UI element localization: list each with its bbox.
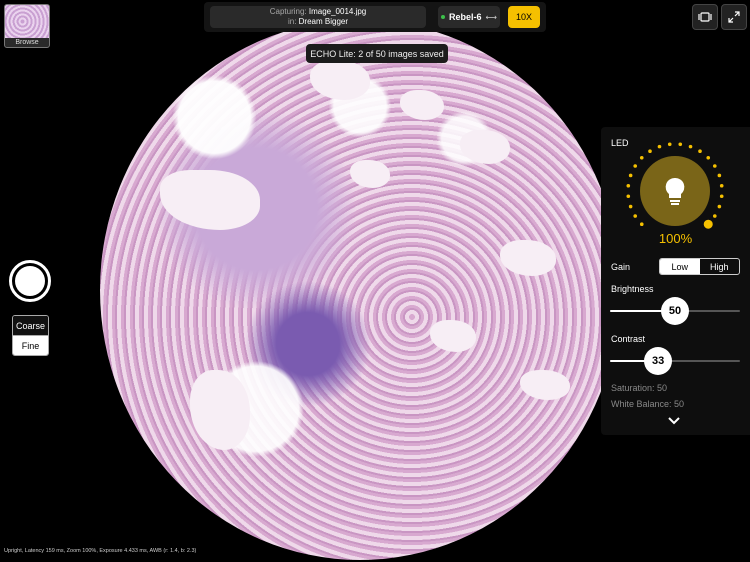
focus-fine-option[interactable]: Fine (13, 336, 48, 355)
led-dial-dot (633, 164, 638, 168)
saturation-readout: Saturation: 50 (611, 383, 668, 393)
led-dial-dot (706, 155, 711, 160)
contrast-knob[interactable]: 33 (644, 347, 673, 375)
led-dial-dot (719, 183, 724, 188)
led-dial-dot (698, 149, 702, 154)
capture-folder: Dream Bigger (298, 17, 349, 26)
fullscreen-button[interactable] (721, 4, 747, 30)
led-dial-dot (626, 194, 631, 199)
contrast-label: Contrast (611, 334, 646, 344)
led-dial-dot (719, 194, 724, 199)
led-dial-dot (648, 149, 652, 154)
link-icon: ⟷ (485, 12, 497, 22)
led-dial-dot (633, 214, 638, 218)
white-balance-readout: White Balance: 50 (611, 399, 685, 409)
save-toast: ECHO Lite: 2 of 50 images saved (306, 44, 448, 63)
in-label: in: (287, 17, 297, 26)
camera-orientation-button[interactable] (692, 4, 718, 30)
led-dial-dot (712, 164, 717, 168)
led-dial-dot (626, 183, 631, 188)
objective-button[interactable]: 10X (508, 6, 540, 28)
led-dial-dot (639, 155, 644, 160)
led-dial[interactable] (623, 139, 727, 243)
capturing-file: Image_0014.jpg (308, 7, 367, 16)
led-dial-dot (688, 144, 693, 149)
browse-button[interactable]: Browse (4, 4, 50, 48)
gain-high-option[interactable]: High (700, 259, 740, 274)
focus-coarse-option[interactable]: Coarse (13, 316, 48, 336)
browse-thumbnail (5, 5, 49, 38)
capture-shutter-button[interactable] (9, 260, 51, 302)
gain-label: Gain (611, 262, 631, 272)
brightness-label: Brightness (611, 284, 654, 294)
capturing-label: Capturing: (269, 7, 307, 16)
capture-info: Capturing: Image_0014.jpg in: Dream Bigg… (210, 6, 426, 28)
gain-low-option[interactable]: Low (660, 259, 700, 274)
led-percent: 100% (658, 231, 693, 246)
brightness-knob[interactable]: 50 (661, 297, 689, 325)
led-dial-dot (628, 173, 633, 178)
led-dial-dot (717, 173, 722, 178)
led-dial-dot (639, 222, 644, 227)
specimen-view[interactable] (100, 20, 620, 560)
device-rotate-icon (698, 12, 712, 22)
status-line: Upright, Latency 159 ms, Zoom 100%, Expo… (4, 548, 197, 554)
connected-dot-icon (441, 15, 445, 19)
led-dial-dot (717, 204, 722, 209)
expand-icon (728, 11, 740, 23)
brightness-slider[interactable]: 50 (610, 297, 740, 325)
chevron-down-icon[interactable] (667, 416, 681, 425)
led-dial-handle[interactable] (703, 219, 713, 229)
device-selector[interactable]: Rebel-6 ⟷ (438, 6, 500, 28)
shutter-inner (15, 266, 45, 296)
led-dial-dot (678, 142, 683, 147)
gain-toggle[interactable]: Low High (659, 258, 740, 275)
focus-toggle[interactable]: Coarse Fine (12, 315, 49, 356)
device-name: Rebel-6 (449, 12, 482, 22)
contrast-slider[interactable]: 33 (610, 347, 740, 375)
control-panel: LED 100% Gain Low High Brightness 50 Con… (601, 127, 750, 435)
browse-label: Browse (15, 39, 39, 46)
led-dial-dot (628, 204, 633, 209)
led-dial-dot (657, 144, 662, 149)
led-dial-dot (712, 214, 717, 218)
led-dial-dot (667, 142, 672, 147)
